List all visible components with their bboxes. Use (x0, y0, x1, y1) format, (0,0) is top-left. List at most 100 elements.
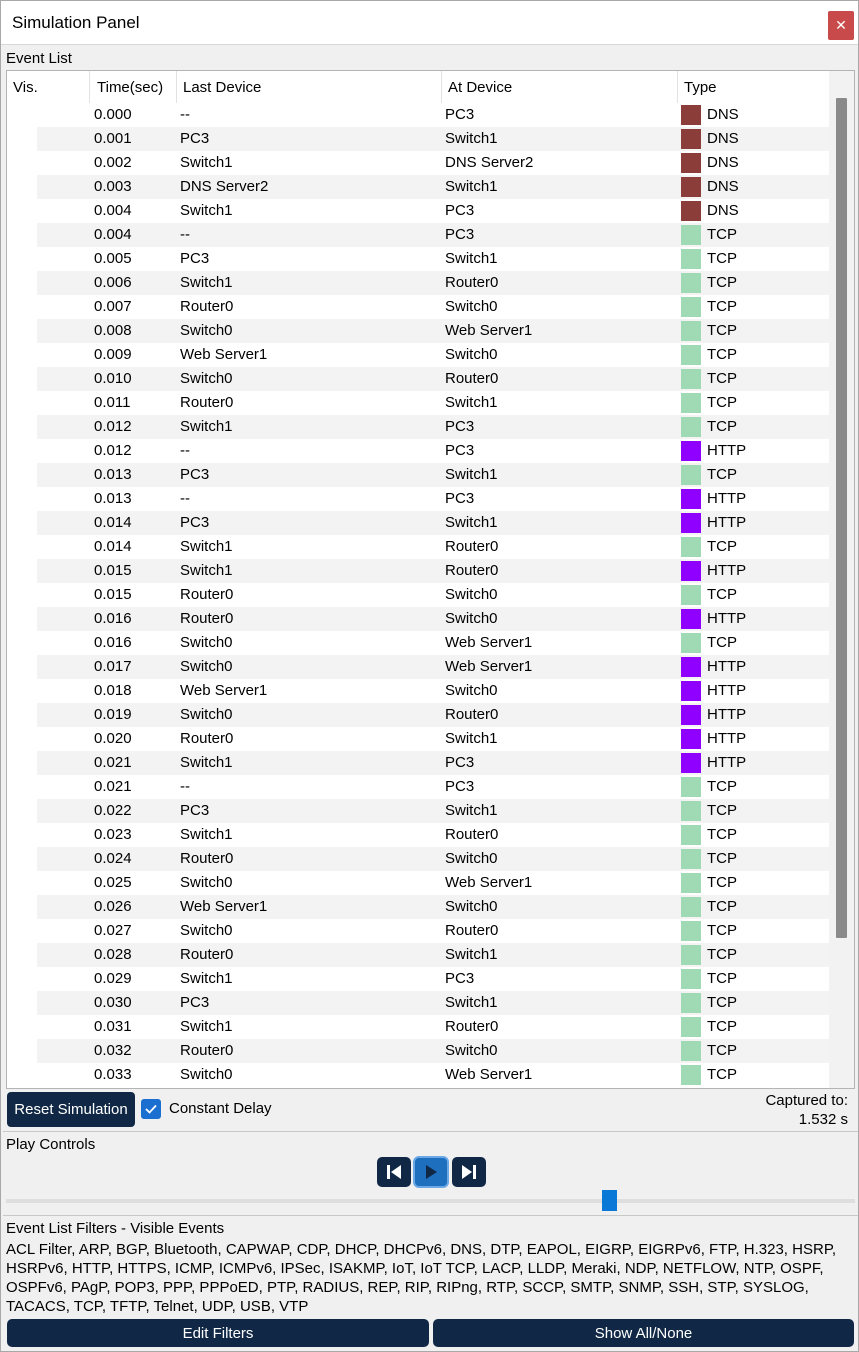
type-color-swatch (681, 561, 701, 581)
type-color-swatch (681, 1065, 701, 1085)
time-cell: 0.004 (94, 202, 132, 219)
table-row[interactable]: 0.016 Router0 Switch0 HTTP (7, 607, 829, 631)
table-row[interactable]: 0.025 Switch0 Web Server1 TCP (7, 871, 829, 895)
type-cell: TCP (707, 898, 737, 915)
play-button[interactable] (413, 1156, 449, 1188)
column-header-at-device[interactable]: At Device (442, 71, 678, 103)
visible-events-list: ACL Filter, ARP, BGP, Bluetooth, CAPWAP,… (6, 1241, 837, 1315)
table-row[interactable]: 0.002 Switch1 DNS Server2 DNS (7, 151, 829, 175)
table-row[interactable]: 0.021 Switch1 PC3 HTTP (7, 751, 829, 775)
last-device-cell: Router0 (180, 946, 234, 963)
table-row[interactable]: 0.009 Web Server1 Switch0 TCP (7, 343, 829, 367)
playback-slider[interactable] (6, 1199, 855, 1203)
table-row[interactable]: 0.018 Web Server1 Switch0 HTTP (7, 679, 829, 703)
table-row[interactable]: 0.004 -- PC3 TCP (7, 223, 829, 247)
type-cell: DNS (707, 154, 739, 171)
type-cell: TCP (707, 250, 737, 267)
type-cell: TCP (707, 994, 737, 1011)
type-color-swatch (681, 633, 701, 653)
table-row[interactable]: 0.000 -- PC3 DNS (7, 103, 829, 127)
back-button[interactable] (377, 1157, 411, 1187)
last-device-cell: Switch1 (180, 538, 233, 555)
type-color-swatch (681, 657, 701, 677)
column-header-vis[interactable]: Vis. (7, 71, 90, 103)
table-row[interactable]: 0.003 DNS Server2 Switch1 DNS (7, 175, 829, 199)
type-color-swatch (681, 225, 701, 245)
time-cell: 0.024 (94, 850, 132, 867)
table-row[interactable]: 0.026 Web Server1 Switch0 TCP (7, 895, 829, 919)
last-device-cell: Router0 (180, 586, 234, 603)
type-color-swatch (681, 921, 701, 941)
table-row[interactable]: 0.015 Switch1 Router0 HTTP (7, 559, 829, 583)
table-row[interactable]: 0.030 PC3 Switch1 TCP (7, 991, 829, 1015)
table-row[interactable]: 0.033 Switch0 Web Server1 TCP (7, 1063, 829, 1087)
reset-simulation-button[interactable]: Reset Simulation (7, 1092, 135, 1127)
table-row[interactable]: 0.007 Router0 Switch0 TCP (7, 295, 829, 319)
column-header-time[interactable]: Time(sec) (91, 71, 177, 103)
event-list-label: Event List (6, 50, 72, 67)
table-row[interactable]: 0.027 Switch0 Router0 TCP (7, 919, 829, 943)
table-row[interactable]: 0.024 Router0 Switch0 TCP (7, 847, 829, 871)
time-cell: 0.028 (94, 946, 132, 963)
table-row[interactable]: 0.006 Switch1 Router0 TCP (7, 271, 829, 295)
event-list-table[interactable]: Vis. Time(sec) Last Device At Device Typ… (6, 70, 855, 1089)
table-row[interactable]: 0.029 Switch1 PC3 TCP (7, 967, 829, 991)
table-row[interactable]: 0.012 Switch1 PC3 TCP (7, 415, 829, 439)
column-header-type[interactable]: Type (678, 71, 829, 103)
at-device-cell: Web Server1 (445, 322, 533, 339)
table-row[interactable]: 0.008 Switch0 Web Server1 TCP (7, 319, 829, 343)
time-cell: 0.013 (94, 466, 132, 483)
at-device-cell: Switch1 (445, 394, 498, 411)
table-row[interactable]: 0.020 Router0 Switch1 HTTP (7, 727, 829, 751)
table-row[interactable]: 0.014 PC3 Switch1 HTTP (7, 511, 829, 535)
constant-delay-checkbox[interactable] (141, 1099, 161, 1119)
at-device-cell: Router0 (445, 826, 499, 843)
type-color-swatch (681, 465, 701, 485)
table-row[interactable]: 0.013 -- PC3 HTTP (7, 487, 829, 511)
table-row[interactable]: 0.032 Router0 Switch0 TCP (7, 1039, 829, 1063)
time-cell: 0.017 (94, 658, 132, 675)
table-row[interactable]: 0.021 -- PC3 TCP (7, 775, 829, 799)
table-row[interactable]: 0.016 Switch0 Web Server1 TCP (7, 631, 829, 655)
table-row[interactable]: 0.023 Switch1 Router0 TCP (7, 823, 829, 847)
skip-back-icon (387, 1165, 401, 1179)
table-row[interactable]: 0.001 PC3 Switch1 DNS (7, 127, 829, 151)
last-device-cell: Switch1 (180, 418, 233, 435)
table-row[interactable]: 0.022 PC3 Switch1 TCP (7, 799, 829, 823)
table-row[interactable]: 0.005 PC3 Switch1 TCP (7, 247, 829, 271)
at-device-cell: Switch0 (445, 610, 498, 627)
close-button[interactable]: ✕ (828, 11, 854, 40)
table-row[interactable]: 0.013 PC3 Switch1 TCP (7, 463, 829, 487)
column-header-last-device[interactable]: Last Device (177, 71, 442, 103)
table-row[interactable]: 0.012 -- PC3 HTTP (7, 439, 829, 463)
table-row[interactable]: 0.014 Switch1 Router0 TCP (7, 535, 829, 559)
at-device-cell: Router0 (445, 274, 499, 291)
show-all-none-button[interactable]: Show All/None (433, 1319, 854, 1347)
table-row[interactable]: 0.019 Switch0 Router0 HTTP (7, 703, 829, 727)
scrollbar-thumb[interactable] (836, 98, 847, 938)
type-color-swatch (681, 969, 701, 989)
table-row[interactable]: 0.010 Switch0 Router0 TCP (7, 367, 829, 391)
forward-button[interactable] (452, 1157, 486, 1187)
simulation-panel-window: Simulation Panel ✕ Event List Vis. Time(… (0, 0, 859, 1352)
edit-filters-button[interactable]: Edit Filters (7, 1319, 429, 1347)
type-cell: TCP (707, 370, 737, 387)
table-row[interactable]: 0.011 Router0 Switch1 TCP (7, 391, 829, 415)
table-row[interactable]: 0.015 Router0 Switch0 TCP (7, 583, 829, 607)
table-row[interactable]: 0.031 Switch1 Router0 TCP (7, 1015, 829, 1039)
time-cell: 0.025 (94, 874, 132, 891)
last-device-cell: Switch0 (180, 874, 233, 891)
type-cell: DNS (707, 178, 739, 195)
type-color-swatch (681, 873, 701, 893)
time-cell: 0.018 (94, 682, 132, 699)
last-device-cell: Switch1 (180, 826, 233, 843)
table-row[interactable]: 0.017 Switch0 Web Server1 HTTP (7, 655, 829, 679)
table-row[interactable]: 0.004 Switch1 PC3 DNS (7, 199, 829, 223)
type-color-swatch (681, 609, 701, 629)
slider-thumb[interactable] (602, 1190, 617, 1211)
time-cell: 0.003 (94, 178, 132, 195)
type-cell: DNS (707, 106, 739, 123)
captured-info: Captured to: 1.532 s (765, 1091, 848, 1129)
table-row[interactable]: 0.028 Router0 Switch1 TCP (7, 943, 829, 967)
checkmark-icon (145, 1104, 157, 1114)
